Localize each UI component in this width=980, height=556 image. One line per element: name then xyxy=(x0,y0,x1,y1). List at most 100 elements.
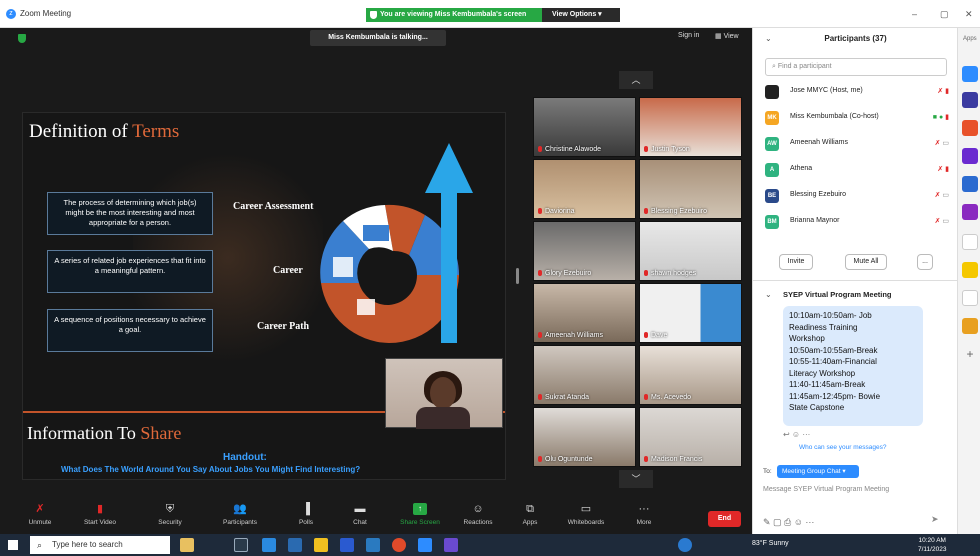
participant-row[interactable]: A Athena ✗ ▮ xyxy=(765,161,955,179)
video-tile[interactable]: Dave xyxy=(639,283,742,343)
weather-widget[interactable]: 83°F Sunny xyxy=(752,540,789,547)
more-button[interactable]: ··· More xyxy=(614,503,674,526)
briefcase-icon xyxy=(357,299,375,315)
clock[interactable]: 10:20 AM 7/11/2023 xyxy=(918,536,946,554)
handout-label: Handout: xyxy=(223,452,267,463)
chat-collapse-chevron-icon[interactable]: ⌄ xyxy=(765,290,772,299)
mic-muted-icon: ✗ xyxy=(35,503,45,515)
presenter-video-thumbnail[interactable] xyxy=(385,358,503,429)
app-icon[interactable] xyxy=(962,234,978,250)
video-tile[interactable]: Blessing Ezebuiro xyxy=(639,159,742,219)
presenter-body xyxy=(416,407,470,429)
video-tile[interactable]: Daviorina xyxy=(533,159,636,219)
close-button[interactable]: ✕ xyxy=(965,9,973,20)
gallery-scroll-down-button[interactable]: ﹀ xyxy=(619,470,653,488)
apps-button[interactable]: ⧉ Apps xyxy=(500,503,560,526)
participant-row[interactable]: MK Miss Kembumbala (Co-host) ■ ● ▮ xyxy=(765,109,955,127)
participant-row[interactable]: BM Brianna Maynor ✗ ▭ xyxy=(765,213,955,231)
definition-box-3: A sequence of positions necessary to ach… xyxy=(47,309,213,352)
muted-mic-icon xyxy=(644,456,648,463)
participant-row[interactable]: BE Blessing Ezebuiro ✗ ▭ xyxy=(765,187,955,205)
chat-input[interactable]: Message SYEP Virtual Program Meeting xyxy=(763,486,889,493)
invite-button[interactable]: Invite xyxy=(779,254,813,270)
app-icon[interactable] xyxy=(962,176,978,192)
app-icon[interactable] xyxy=(962,262,978,278)
file-explorer-icon[interactable] xyxy=(314,538,328,552)
view-options-button[interactable]: View Options ▾ xyxy=(542,8,620,22)
edge-icon[interactable] xyxy=(262,538,276,552)
chrome-icon[interactable] xyxy=(392,538,406,552)
taskbar-app-icon[interactable] xyxy=(180,538,194,552)
participant-status-icons: ✗ ▭ xyxy=(934,140,949,147)
restore-button[interactable]: ▢ xyxy=(940,9,949,20)
taskbar-app-icon[interactable] xyxy=(444,538,458,552)
gallery-scroll-up-button[interactable]: ︿ xyxy=(619,71,653,89)
title-bar: z Zoom Meeting You are viewing Miss Kemb… xyxy=(0,0,980,28)
info-title: Information To Share xyxy=(27,423,182,443)
polls-button[interactable]: ▐ Polls xyxy=(276,503,336,526)
end-button[interactable]: End xyxy=(708,511,741,527)
minimize-button[interactable]: – xyxy=(912,9,917,19)
chat-tools[interactable]: ✎ ▢ ⎙ ☺ ··· xyxy=(763,517,814,528)
message-reaction-icons[interactable]: ↩ ☺ ··· xyxy=(783,430,810,439)
video-tile[interactable]: Ms. Acevedo xyxy=(639,345,742,405)
video-tile[interactable]: Olu Oguntunde xyxy=(533,407,636,467)
video-tile[interactable]: Glory Ezebuiro xyxy=(533,221,636,281)
video-tile[interactable]: Sukrat Atanda xyxy=(533,345,636,405)
recipient-select[interactable]: Meeting Group Chat ▾ xyxy=(777,465,859,478)
apps-label: Apps xyxy=(963,36,977,42)
who-can-see-link[interactable]: Who can see your messages? xyxy=(799,444,886,451)
app-icon[interactable] xyxy=(962,92,978,108)
whiteboard-icon: ▭ xyxy=(580,503,592,515)
video-tile[interactable]: shawn hodges xyxy=(639,221,742,281)
participants-more-button[interactable]: ... xyxy=(917,254,933,270)
find-participant-input[interactable]: ⌕ Find a participant xyxy=(765,58,947,76)
taskbar-app-icon[interactable] xyxy=(678,538,692,552)
taskbar-search-input[interactable]: ⌕ Type here to search xyxy=(30,536,170,554)
whiteboards-button[interactable]: ▭ Whiteboards xyxy=(556,503,616,526)
participant-row[interactable]: AW Ameenah Williams ✗ ▭ xyxy=(765,135,955,153)
app-icon[interactable] xyxy=(962,66,978,82)
share-screen-icon: ↑ xyxy=(413,503,427,515)
taskbar-app-icon[interactable] xyxy=(340,538,354,552)
viewing-screen-text: You are viewing Miss Kembumbala's screen xyxy=(380,11,527,18)
view-button[interactable]: ▦ View xyxy=(715,32,739,40)
app-icon[interactable] xyxy=(962,148,978,164)
share-screen-button[interactable]: ↑ Share Screen xyxy=(390,503,450,526)
term-career-assessment: Career Assessment xyxy=(233,201,314,212)
send-icon[interactable]: ➤ xyxy=(931,514,939,525)
muted-mic-icon xyxy=(644,394,648,401)
avatar: BM xyxy=(765,215,779,229)
talking-indicator: Miss Kembumbala is talking... xyxy=(310,30,446,46)
avatar: AW xyxy=(765,137,779,151)
app-icon[interactable] xyxy=(962,120,978,136)
participant-row[interactable]: Jose MMYC (Host, me) ✗ ▮ xyxy=(765,83,955,101)
split-resize-handle[interactable] xyxy=(516,268,519,284)
app-icon[interactable] xyxy=(962,290,978,306)
video-tile[interactable]: Justin Tyson xyxy=(639,97,742,157)
mute-all-button[interactable]: Mute All xyxy=(845,254,887,270)
apps-icon: ⧉ xyxy=(526,503,534,515)
participants-button[interactable]: 👥 Participants xyxy=(210,503,270,526)
chat-button[interactable]: ▬ Chat xyxy=(330,503,390,526)
start-video-button[interactable]: ▮ Start Video xyxy=(70,503,130,526)
video-tile[interactable]: Madison Francis xyxy=(639,407,742,467)
presentation-icon xyxy=(363,225,389,241)
app-icon[interactable] xyxy=(962,318,978,334)
reactions-button[interactable]: ☺ Reactions xyxy=(448,503,508,526)
security-button[interactable]: ⛨ Security xyxy=(140,503,200,526)
zoom-taskbar-icon[interactable] xyxy=(418,538,432,552)
encryption-shield-icon[interactable] xyxy=(18,34,26,43)
viewing-screen-banner: You are viewing Miss Kembumbala's screen xyxy=(366,8,542,22)
taskbar-app-icon[interactable] xyxy=(366,538,380,552)
unmute-button[interactable]: ✗ Unmute xyxy=(10,503,70,526)
participants-header: Participants (37) xyxy=(824,34,887,43)
windows-start-icon[interactable] xyxy=(8,540,18,550)
sign-in-link[interactable]: Sign in xyxy=(678,32,699,39)
video-tile[interactable]: Ameenah Williams xyxy=(533,283,636,343)
add-app-icon[interactable]: + xyxy=(962,346,978,362)
video-tile[interactable]: Christine Alawode xyxy=(533,97,636,157)
app-icon[interactable] xyxy=(962,204,978,220)
task-view-icon[interactable] xyxy=(234,538,248,552)
taskbar-app-icon[interactable] xyxy=(288,538,302,552)
